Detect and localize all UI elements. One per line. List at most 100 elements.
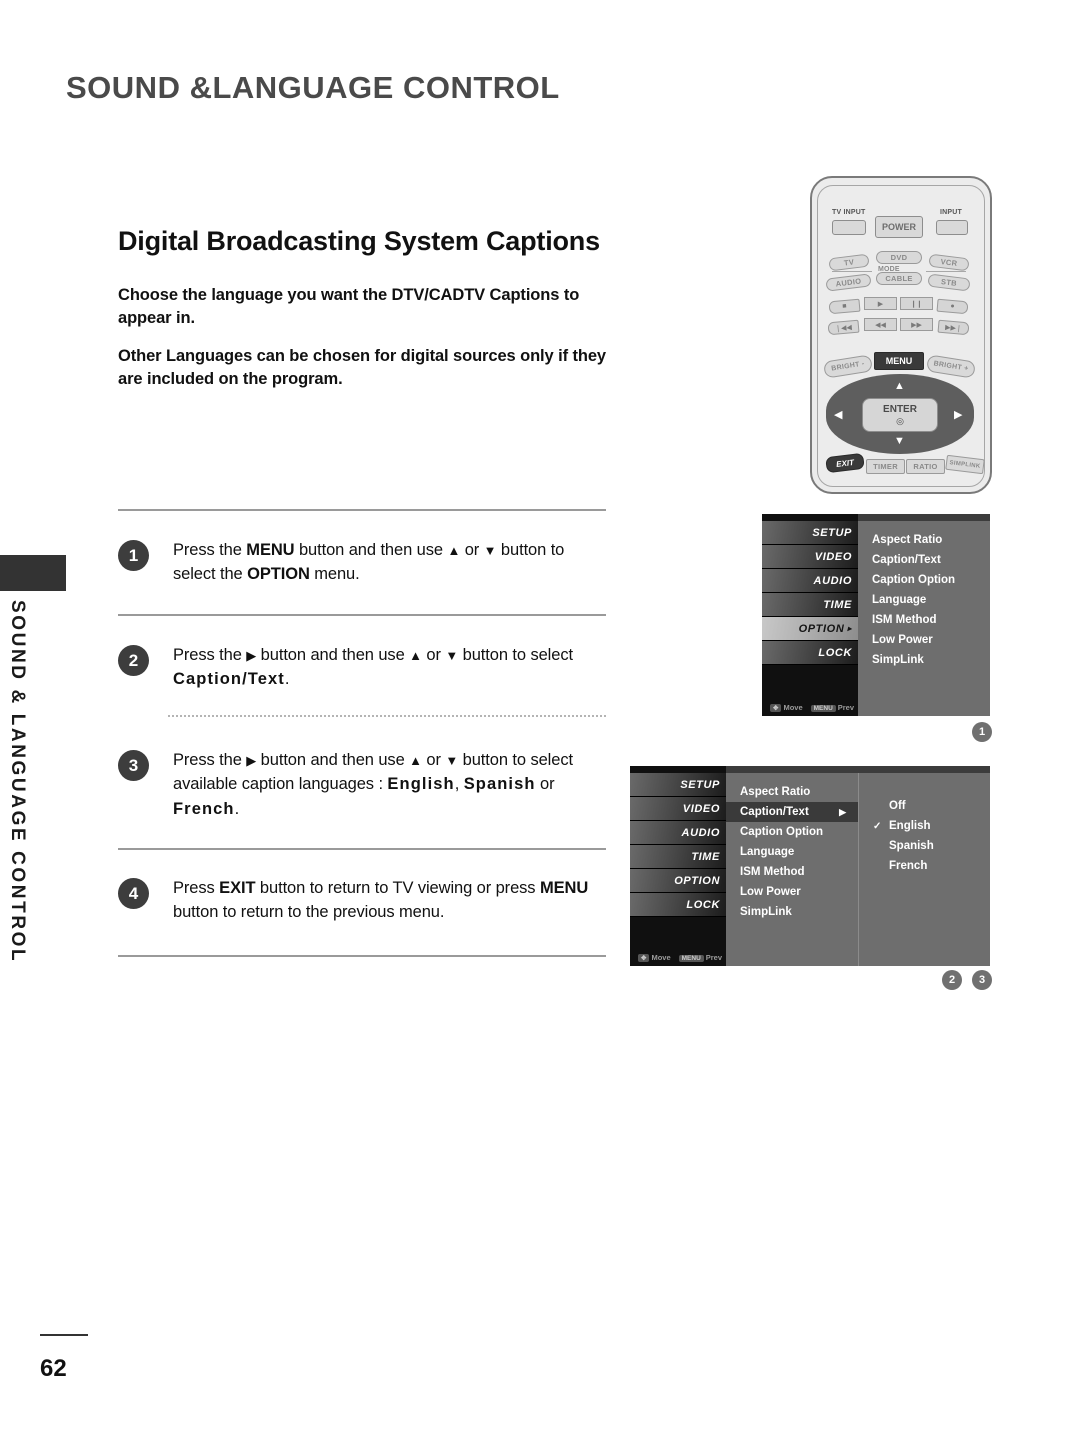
menu-button[interactable]: MENU bbox=[874, 352, 924, 370]
osd-category-option[interactable]: OPTION ▸ bbox=[762, 617, 858, 641]
osd-category-label: VIDEO bbox=[682, 802, 720, 815]
osd-submenu-item[interactable]: Spanish bbox=[859, 836, 990, 856]
osd-category-list: SETUP VIDEO AUDIO TIME OPTION ▸ LOCK ✥ Move MEN… bbox=[762, 514, 858, 716]
rewind-button[interactable]: ◀◀ bbox=[864, 318, 897, 331]
osd-menu-item-label: ISM Method bbox=[872, 614, 937, 626]
osd-menu-item-label: Aspect Ratio bbox=[740, 786, 811, 798]
intro-paragraph-1: Choose the language you want the DTV/CAD… bbox=[118, 286, 580, 328]
move-key-icon: ✥ bbox=[638, 954, 650, 962]
osd-menu-item-label: Caption/Text bbox=[872, 554, 941, 566]
osd-menu-item[interactable]: Caption/Text ▶ bbox=[726, 802, 858, 822]
osd-category-setup[interactable]: SETUP bbox=[762, 521, 858, 545]
divider-below-step-3 bbox=[118, 848, 606, 850]
mode-rule-left bbox=[832, 271, 872, 272]
divider-below-step-1 bbox=[118, 614, 606, 616]
osd-prev-hint: MENU Prev bbox=[678, 953, 722, 962]
divider-below-step-4 bbox=[118, 955, 606, 957]
step-number-badge: 1 bbox=[118, 540, 149, 571]
enter-ring-icon: ◎ bbox=[896, 415, 904, 426]
osd-menu-caption-text: SETUP VIDEO AUDIO TIME OPTION LOCK ✥ Move MENU… bbox=[630, 766, 990, 966]
osd-menu-option: SETUP VIDEO AUDIO TIME OPTION ▸ LOCK ✥ Move MEN… bbox=[762, 514, 990, 716]
osd-menu-item-label: Language bbox=[740, 846, 795, 858]
osd-category-label: LOCK bbox=[686, 898, 720, 911]
manual-page: SOUND &LANGUAGE CONTROL SOUND & LANGUAGE… bbox=[0, 0, 1080, 1439]
osd-menu-item[interactable]: Aspect Ratio bbox=[858, 530, 990, 550]
osd-menu-item-label: Language bbox=[872, 594, 927, 606]
skip-forward-button[interactable]: ▶▶❘ bbox=[937, 319, 970, 336]
osd-category-label: TIME bbox=[691, 850, 720, 863]
dpad-left-icon[interactable]: ◀ bbox=[834, 408, 842, 421]
osd-menu-item-label: ISM Method bbox=[740, 866, 805, 878]
step-item-2: 2 Press the ▶ button and then use ▲ or ▼… bbox=[118, 643, 610, 692]
osd-submenu-item-label: Spanish bbox=[889, 840, 934, 852]
ratio-button[interactable]: RATIO bbox=[906, 459, 945, 474]
fast-forward-button[interactable]: ▶▶ bbox=[900, 318, 933, 331]
osd-category-setup[interactable]: SETUP bbox=[630, 773, 726, 797]
osd-menu-item[interactable]: Low Power bbox=[726, 882, 858, 902]
step-text: Press the ▶ button and then use ▲ or ▼ b… bbox=[173, 751, 573, 818]
step-text: Press the ▶ button and then use ▲ or ▼ b… bbox=[173, 646, 573, 689]
osd-category-lock[interactable]: LOCK bbox=[762, 641, 858, 665]
mode-dvd-button[interactable]: DVD bbox=[876, 251, 922, 264]
enter-button[interactable]: ENTER ◎ bbox=[862, 398, 938, 432]
osd-submenu-item[interactable]: Off bbox=[859, 796, 990, 816]
dpad-up-icon[interactable]: ▲ bbox=[894, 380, 905, 392]
step-text: Press the MENU button and then use ▲ or … bbox=[173, 541, 565, 584]
dpad-down-icon[interactable]: ▼ bbox=[894, 435, 905, 447]
dpad-right-icon[interactable]: ▶ bbox=[954, 408, 962, 421]
remote-control-illustration: TV INPUT POWER INPUT TV DVD VCR MODE AUD… bbox=[810, 176, 992, 494]
osd-menu-item[interactable]: Caption Option bbox=[726, 822, 858, 842]
mode-cable-button[interactable]: CABLE bbox=[876, 272, 922, 285]
play-button[interactable]: ▶ bbox=[864, 297, 897, 310]
osd-menu-item[interactable]: Low Power bbox=[858, 630, 990, 650]
osd-submenu-item[interactable]: French bbox=[859, 856, 990, 876]
osd-category-video[interactable]: VIDEO bbox=[762, 545, 858, 569]
osd-menu-item-label: Aspect Ratio bbox=[872, 534, 943, 546]
osd-category-option[interactable]: OPTION bbox=[630, 869, 726, 893]
osd-category-video[interactable]: VIDEO bbox=[630, 797, 726, 821]
record-button[interactable]: ● bbox=[936, 298, 969, 315]
osd-menu-item[interactable]: Language bbox=[858, 590, 990, 610]
timer-button[interactable]: TIMER bbox=[866, 459, 905, 474]
power-button[interactable]: POWER bbox=[875, 216, 923, 238]
pause-button[interactable]: ❙❙ bbox=[900, 297, 933, 310]
osd-menu-item[interactable]: Aspect Ratio bbox=[726, 782, 858, 802]
osd-category-label: OPTION bbox=[798, 622, 845, 635]
osd-menu-item[interactable]: ISM Method bbox=[858, 610, 990, 630]
osd-submenu-item[interactable]: ✓ English bbox=[859, 816, 990, 836]
chevron-right-icon: ▸ bbox=[847, 624, 852, 633]
osd-category-audio[interactable]: AUDIO bbox=[630, 821, 726, 845]
osd-category-label: LOCK bbox=[818, 646, 852, 659]
osd-menu-item[interactable]: Language bbox=[726, 842, 858, 862]
enter-label: ENTER bbox=[883, 403, 917, 415]
callout-badge-1: 1 bbox=[972, 722, 992, 742]
osd-menu-item[interactable]: SimpLink bbox=[858, 650, 990, 670]
osd-menu-item[interactable]: Caption/Text bbox=[858, 550, 990, 570]
sidebar-chapter-label: SOUND & LANGUAGE CONTROL bbox=[7, 600, 28, 964]
tv-input-button[interactable] bbox=[832, 220, 866, 235]
input-label: INPUT bbox=[940, 209, 962, 216]
step-item-3: 3 Press the ▶ button and then use ▲ or ▼… bbox=[118, 748, 610, 821]
osd-category-list: SETUP VIDEO AUDIO TIME OPTION LOCK ✥ Move MENU… bbox=[630, 766, 726, 966]
chevron-right-icon: ▶ bbox=[839, 806, 846, 817]
osd-menu-item[interactable]: Caption Option bbox=[858, 570, 990, 590]
step-number-badge: 3 bbox=[118, 750, 149, 781]
prev-key-icon: MENU bbox=[810, 705, 836, 712]
input-button[interactable] bbox=[936, 220, 968, 235]
divider-below-step-2 bbox=[168, 715, 606, 717]
osd-category-lock[interactable]: LOCK bbox=[630, 893, 726, 917]
osd-category-label: VIDEO bbox=[814, 550, 852, 563]
osd-category-label: SETUP bbox=[812, 526, 852, 539]
osd-category-time[interactable]: TIME bbox=[762, 593, 858, 617]
osd-menu-item-label: SimpLink bbox=[872, 654, 924, 666]
page-number: 62 bbox=[40, 1355, 67, 1382]
osd-category-time[interactable]: TIME bbox=[630, 845, 726, 869]
skip-back-button[interactable]: ❘◀◀ bbox=[827, 319, 860, 336]
osd-menu-item[interactable]: SimpLink bbox=[726, 902, 858, 922]
intro-paragraph-2: Other Languages can be chosen for digita… bbox=[118, 346, 606, 389]
footer-rule bbox=[40, 1334, 88, 1336]
stop-button[interactable]: ■ bbox=[828, 298, 861, 315]
osd-category-audio[interactable]: AUDIO bbox=[762, 569, 858, 593]
osd-menu-item-label: Low Power bbox=[872, 634, 933, 646]
osd-menu-item[interactable]: ISM Method bbox=[726, 862, 858, 882]
